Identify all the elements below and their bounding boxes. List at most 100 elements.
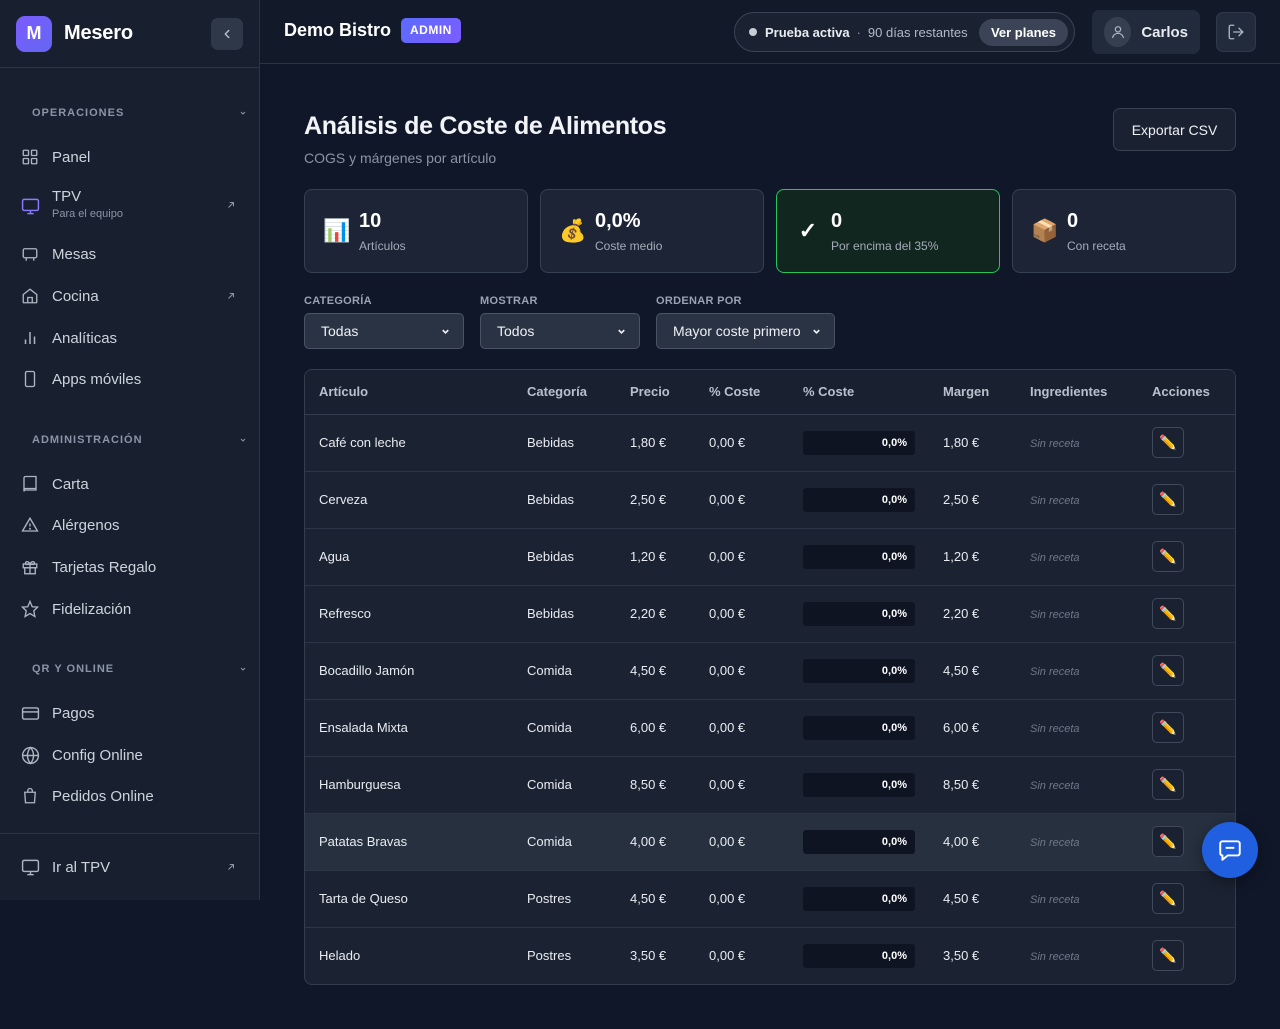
edit-recipe-button[interactable]: ✏️ <box>1152 826 1184 857</box>
cell-cost-percent: 0,0% <box>789 642 929 700</box>
cell-category: Comida <box>513 813 616 871</box>
sidebar-item-fidelizacion[interactable]: Fidelización <box>20 599 244 619</box>
go-to-tpv-link[interactable]: Ir al TPV <box>20 857 244 877</box>
column-header-cost-percent[interactable]: % Coste <box>789 370 929 415</box>
page-subtitle: COGS y márgenes por artículo <box>304 150 497 166</box>
sidebar-item-tpv[interactable]: TPV Para el equipo <box>20 188 244 220</box>
edit-recipe-button[interactable]: ✏️ <box>1152 598 1184 629</box>
cost-percent-bar: 0,0% <box>803 886 915 911</box>
column-header-category[interactable]: Categoría <box>513 370 616 415</box>
cell-ingredients: Sin receta <box>1016 414 1138 472</box>
cell-price: 1,20 € <box>616 528 695 586</box>
no-recipe-label: Sin receta <box>1030 495 1080 507</box>
sidebar-item-pedidos-online[interactable]: Pedidos Online <box>20 786 244 806</box>
cell-item: Cerveza <box>305 471 513 529</box>
cell-ingredients: Sin receta <box>1016 699 1138 757</box>
stat-label: Con receta <box>1067 238 1126 253</box>
cell-cost: 0,00 € <box>695 585 789 643</box>
cost-percent-bar: 0,0% <box>803 943 915 968</box>
sidebar-item-cocina[interactable]: Cocina <box>20 286 244 306</box>
edit-recipe-button[interactable]: ✏️ <box>1152 712 1184 743</box>
pencil-icon: ✏️ <box>1159 719 1177 735</box>
chevron-down-icon[interactable] <box>239 665 247 673</box>
sidebar-item-apps-moviles[interactable]: Apps móviles <box>20 369 244 389</box>
sidebar-item-pagos[interactable]: Pagos <box>20 703 244 723</box>
column-header-price[interactable]: Precio <box>616 370 695 415</box>
sort-select-value: Mayor coste primero <box>673 323 801 339</box>
table-row[interactable]: Hamburguesa Comida 8,50 €0,00 €0,0% 8,50 € S… <box>305 756 1235 814</box>
show-select[interactable]: Todos <box>480 313 640 349</box>
sidebar-item-analiticas[interactable]: Analíticas <box>20 328 244 348</box>
cell-cost: 0,00 € <box>695 642 789 700</box>
cell-ingredients: Sin receta <box>1016 642 1138 700</box>
chevron-down-icon[interactable] <box>239 436 247 444</box>
category-select[interactable]: Todas <box>304 313 464 349</box>
sidebar-item-label: Pedidos Online <box>52 787 154 805</box>
chat-support-button[interactable] <box>1202 822 1258 878</box>
sort-select[interactable]: Mayor coste primero <box>656 313 835 349</box>
cell-actions: ✏️ <box>1138 699 1235 757</box>
sidebar-item-mesas[interactable]: Mesas <box>20 244 244 264</box>
external-link-icon <box>228 863 235 870</box>
sidebar-item-tarjetas-regalo[interactable]: Tarjetas Regalo <box>20 557 244 577</box>
sidebar-item-config-online[interactable]: Config Online <box>20 745 244 765</box>
column-header-cost[interactable]: % Coste <box>695 370 789 415</box>
home-icon <box>20 286 40 306</box>
sidebar: M Mesero OPERACIONES Panel TPV Para el e… <box>0 0 260 900</box>
edit-recipe-button[interactable]: ✏️ <box>1152 769 1184 800</box>
table-row[interactable]: Agua Bebidas 1,20 €0,00 €0,0% 1,20 € Sin rec… <box>305 528 1235 586</box>
cell-item: Agua <box>305 528 513 586</box>
cell-margin: 1,20 € <box>929 528 1016 586</box>
cell-cost-percent: 0,0% <box>789 585 929 643</box>
cell-ingredients: Sin receta <box>1016 813 1138 871</box>
cost-percent-bar: 0,0% <box>803 430 915 455</box>
table-icon <box>20 244 40 264</box>
sidebar-item-alergenos[interactable]: Alérgenos <box>20 515 244 535</box>
section-title-operaciones[interactable]: OPERACIONES <box>32 107 124 119</box>
cell-item: Café con leche <box>305 414 513 472</box>
table-row[interactable]: Patatas Bravas Comida 4,00 €0,00 €0,0% 4,00… <box>305 813 1235 871</box>
logout-button[interactable] <box>1216 12 1256 52</box>
cell-cost: 0,00 € <box>695 699 789 757</box>
show-select-value: Todos <box>497 323 535 339</box>
sidebar-item-panel[interactable]: Panel <box>20 147 244 167</box>
external-link-icon <box>228 201 235 208</box>
user-menu-button[interactable]: Carlos <box>1092 10 1200 54</box>
cost-percent-bar: 0,0% <box>803 829 915 854</box>
cell-cost: 0,00 € <box>695 414 789 472</box>
table-row[interactable]: Refresco Bebidas 2,20 €0,00 €0,0% 2,20 € Sin… <box>305 585 1235 643</box>
table-row[interactable]: Bocadillo Jamón Comida 4,50 €0,00 €0,0% 4,5… <box>305 642 1235 700</box>
section-title-qr-online[interactable]: QR Y ONLINE <box>32 663 114 675</box>
grid-icon <box>20 147 40 167</box>
no-recipe-label: Sin receta <box>1030 780 1080 792</box>
column-header-item[interactable]: Artículo <box>305 370 513 415</box>
edit-recipe-button[interactable]: ✏️ <box>1152 427 1184 458</box>
gift-icon <box>20 557 40 577</box>
table-row[interactable]: Tarta de Queso Postres 4,50 €0,00 €0,0% 4,5… <box>305 870 1235 928</box>
edit-recipe-button[interactable]: ✏️ <box>1152 655 1184 686</box>
table-row[interactable]: Ensalada Mixta Comida 6,00 €0,00 €0,0% 6,00… <box>305 699 1235 757</box>
cell-category: Bebidas <box>513 414 616 472</box>
chevron-down-icon[interactable] <box>239 109 247 117</box>
export-csv-button[interactable]: Exportar CSV <box>1113 108 1236 151</box>
view-plans-button[interactable]: Ver planes <box>978 18 1068 46</box>
cell-margin: 8,50 € <box>929 756 1016 814</box>
table-row[interactable]: Café con leche Bebidas 1,80 €0,00 €0,0% 1,8… <box>305 414 1235 472</box>
edit-recipe-button[interactable]: ✏️ <box>1152 484 1184 515</box>
section-title-administracion[interactable]: ADMINISTRACIÓN <box>32 434 143 446</box>
edit-recipe-button[interactable]: ✏️ <box>1152 883 1184 914</box>
cell-cost-percent: 0,0% <box>789 813 929 871</box>
brand-logo[interactable]: M <box>16 15 52 52</box>
cell-margin: 2,20 € <box>929 585 1016 643</box>
chat-bubble-icon <box>1219 840 1241 861</box>
sidebar-item-carta[interactable]: Carta <box>20 474 244 494</box>
collapse-sidebar-button[interactable] <box>211 17 243 50</box>
table-row[interactable]: Cerveza Bebidas 2,50 €0,00 €0,0% 2,50 € Sin … <box>305 471 1235 529</box>
chevron-left-icon <box>224 29 230 38</box>
sort-filter-label: ORDENAR POR <box>656 295 742 307</box>
table-row[interactable]: Helado Postres 3,50 € 0,00 € 0,0% 3,50 € Sin r… <box>305 927 1235 984</box>
column-header-margin[interactable]: Margen <box>929 370 1016 415</box>
brand-name[interactable]: Mesero <box>64 22 133 45</box>
edit-recipe-button[interactable]: ✏️ <box>1152 940 1184 972</box>
edit-recipe-button[interactable]: ✏️ <box>1152 541 1184 572</box>
